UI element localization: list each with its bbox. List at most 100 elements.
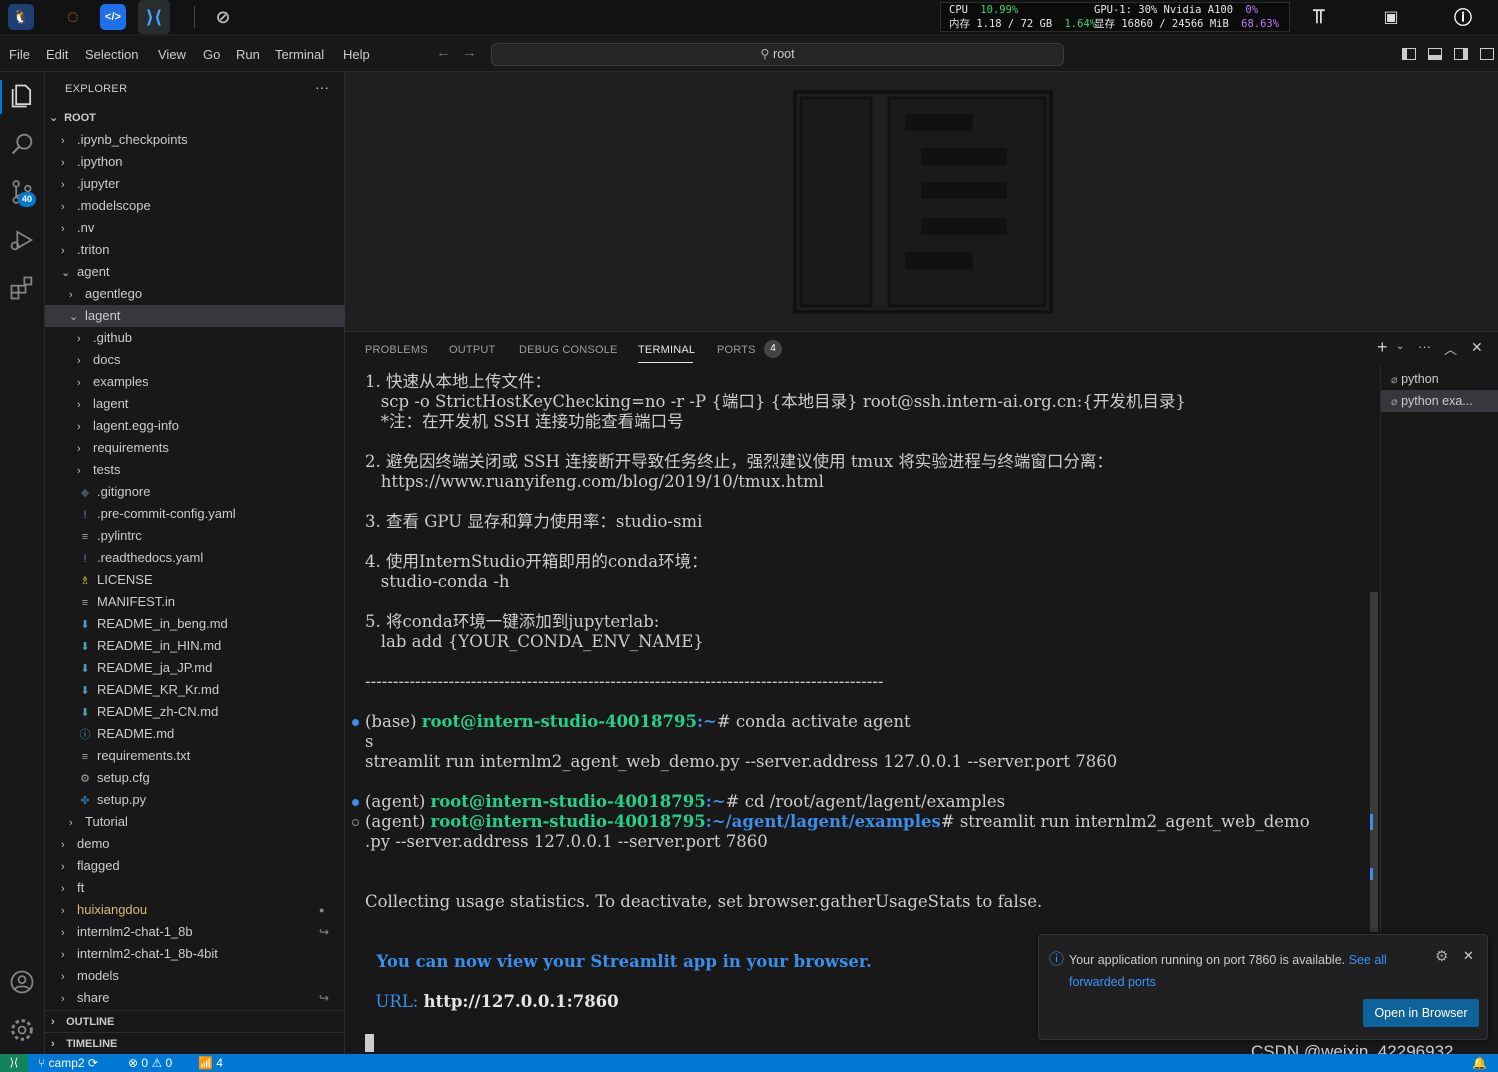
menu-terminal[interactable]: Terminal [275,47,324,62]
open-in-browser-button[interactable]: Open in Browser [1363,999,1479,1027]
tree-folder[interactable]: › docs [45,349,345,371]
gear-icon[interactable]: ⚙ [1435,947,1448,965]
tree-folder[interactable]: › Tutorial [45,811,345,833]
accounts-icon[interactable] [8,968,36,996]
tree-folder[interactable]: › .ipython [45,151,345,173]
tree-folder[interactable]: › ft [45,877,345,899]
tree-folder[interactable]: › .github [45,327,345,349]
manage-gear-icon[interactable] [8,1016,36,1044]
info-icon[interactable]: ⓘ [1450,4,1476,30]
close-panel-icon[interactable]: ✕ [1471,339,1483,356]
remote-indicator-icon[interactable]: ⟩⟨ [0,1054,28,1072]
menu-edit[interactable]: Edit [46,47,68,62]
tree-file[interactable]: ⓘ README.md [45,723,345,745]
extensions-icon[interactable] [8,274,36,302]
more-actions-icon[interactable]: ··· [1418,339,1431,354]
tab-debug-console[interactable]: DEBUG CONSOLE [519,344,618,356]
toggle-panel-icon[interactable] [1428,48,1442,60]
tree-folder[interactable]: › flagged [45,855,345,877]
tree-folder[interactable]: › .nv [45,217,345,239]
tree-folder[interactable]: › tests [45,459,345,481]
branch-indicator[interactable]: ⑂ camp2 ⟳ [38,1056,98,1070]
maximize-panel-icon[interactable]: ︿ [1444,339,1457,358]
terminal-scrollbar[interactable] [1370,592,1378,932]
tab-problems[interactable]: PROBLEMS [365,344,428,356]
tree-file[interactable]: ⚙ setup.cfg [45,767,345,789]
command-running-dot[interactable] [352,819,359,826]
outline-section[interactable]: › OUTLINE [45,1010,345,1032]
tree-file[interactable]: ⬇ README_KR_Kr.md [45,679,345,701]
command-success-dot[interactable] [352,799,359,806]
tree-folder[interactable]: › examples [45,371,345,393]
tensorflow-icon[interactable]: ⫪ [1306,4,1332,30]
back-arrow-icon[interactable]: ← [436,44,451,61]
command-center-search[interactable]: ⚲ root [491,43,1064,66]
more-actions-icon[interactable]: ··· [315,79,329,95]
chevron-down-icon[interactable]: ⌄ [1396,341,1404,352]
menu-file[interactable]: File [9,47,30,62]
tree-file[interactable]: ⬇ README_ja_JP.md [45,657,345,679]
toggle-sidebar-icon[interactable] [1402,48,1416,60]
toggle-secondary-sidebar-icon[interactable] [1454,48,1468,60]
menu-view[interactable]: View [158,47,186,62]
menu-go[interactable]: Go [203,47,220,62]
menu-help[interactable]: Help [343,47,370,62]
vscode-icon[interactable]: ⟩⟨ [138,0,170,34]
tree-folder[interactable]: › agentlego [45,283,345,305]
tree-folder[interactable]: › internlm2-chat-1_8b ↪ [45,921,345,943]
code-editor-icon[interactable]: </> [100,4,126,30]
tree-file[interactable]: ◆ .gitignore [45,481,345,503]
tree-file[interactable]: ♗ LICENSE [45,569,345,591]
explorer-icon[interactable] [8,82,36,110]
tree-folder[interactable]: › demo [45,833,345,855]
tree-file[interactable]: ⬇ README_in_HIN.md [45,635,345,657]
problems-indicator[interactable]: ⊗ 0 ⚠ 0 [128,1056,172,1070]
tab-terminal[interactable]: TERMINAL [638,344,695,356]
close-icon[interactable]: ✕ [1463,948,1474,964]
image-icon[interactable]: ▣ [1378,4,1404,30]
see-all-link[interactable]: See all [1349,953,1387,967]
tree-folder[interactable]: › lagent [45,393,345,415]
tree-file[interactable]: ≡ requirements.txt [45,745,345,767]
tree-folder[interactable]: ⌄ lagent [45,305,345,327]
new-terminal-icon[interactable]: + [1377,337,1388,358]
tree-folder[interactable]: › requirements [45,437,345,459]
tree-folder[interactable]: › lagent.egg-info [45,415,345,437]
tree-folder[interactable]: › .triton [45,239,345,261]
ports-indicator[interactable]: 📶 4 [198,1056,223,1070]
command-success-dot[interactable] [352,719,359,726]
jupyter-icon[interactable]: ◌ [60,4,86,30]
tree-file[interactable]: ! .pre-commit-config.yaml [45,503,345,525]
tree-folder[interactable]: › huixiangdou ● [45,899,345,921]
tree-folder[interactable]: › models [45,965,345,987]
menu-run[interactable]: Run [236,47,260,62]
tree-file[interactable]: ✤ setup.py [45,789,345,811]
tree-folder[interactable]: ⌄ agent [45,261,345,283]
search-icon[interactable] [8,130,36,158]
tree-file[interactable]: ⬇ README_in_beng.md [45,613,345,635]
editor-area[interactable] [345,72,1498,331]
menu-selection[interactable]: Selection [85,47,138,62]
tree-folder[interactable]: › .jupyter [45,173,345,195]
tab-ports[interactable]: PORTS [717,344,756,356]
qq-penguin-icon[interactable]: 🐧 [8,4,34,30]
timeline-section[interactable]: › TIMELINE [45,1032,345,1054]
notifications-bell-icon[interactable]: 🔔 [1472,1056,1487,1070]
terminal-list-item[interactable]: ⌀ python [1381,368,1498,390]
forward-arrow-icon[interactable]: → [462,44,477,61]
terminal-list-item-active[interactable]: ⌀ python exa... [1381,390,1498,412]
forwarded-ports-link[interactable]: forwarded ports [1069,975,1156,989]
run-debug-icon[interactable] [8,226,36,254]
root-folder-header[interactable]: ⌄ ROOT [49,107,96,129]
tree-folder[interactable]: › share ↪ [45,987,345,1009]
tree-file[interactable]: ≡ .pylintrc [45,525,345,547]
tree-folder[interactable]: › .ipynb_checkpoints [45,129,345,151]
compass-icon[interactable]: ⊘ [210,4,236,30]
tree-file[interactable]: ≡ MANIFEST.in [45,591,345,613]
tree-folder[interactable]: › internlm2-chat-1_8b-4bit [45,943,345,965]
tree-file[interactable]: ! .readthedocs.yaml [45,547,345,569]
tab-output[interactable]: OUTPUT [449,344,495,356]
tree-file[interactable]: ⬇ README_zh-CN.md [45,701,345,723]
tree-folder[interactable]: › .modelscope [45,195,345,217]
customize-layout-icon[interactable] [1480,48,1494,60]
